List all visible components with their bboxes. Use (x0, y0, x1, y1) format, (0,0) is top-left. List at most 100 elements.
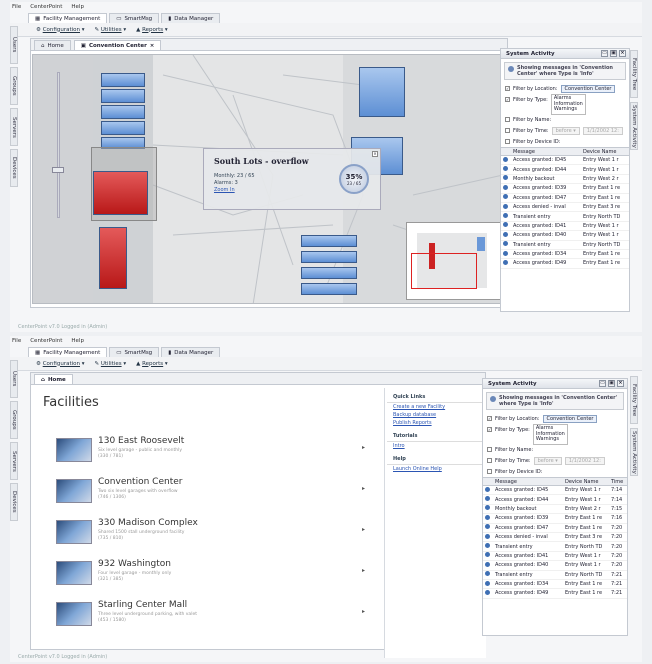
tab-convention-center[interactable]: ▣ Convention Center × (73, 40, 162, 50)
backup-database-link[interactable]: Backup database (385, 411, 486, 419)
chevron-right-icon[interactable]: ▸ (362, 567, 365, 574)
type-list[interactable]: Alarms Information Warnings (532, 424, 568, 445)
filter-name-checkbox[interactable] (505, 117, 510, 122)
overview-minimap[interactable] (406, 222, 502, 300)
activity-row[interactable]: Transient entry Entry North TD 7:21 (483, 571, 627, 580)
parking-level[interactable] (101, 121, 145, 135)
activity-row[interactable]: Transient entry Entry North TD (501, 212, 629, 222)
filter-type-checkbox[interactable]: ✓ (487, 427, 492, 432)
side-tab-servers[interactable]: Servers (10, 108, 18, 146)
side-tab-groups[interactable]: Groups (10, 67, 18, 105)
side-tab-system-activity[interactable]: System Activity (630, 102, 638, 150)
activity-row[interactable]: Access granted: ID44 Entry West 1 r (501, 165, 629, 175)
type-option[interactable]: Warnings (536, 436, 565, 443)
activity-row[interactable]: Monthly backout Entry West 2 r (501, 175, 629, 185)
activity-row[interactable]: Access granted: ID49 Entry East 1 re 7:21 (483, 589, 627, 599)
column-header-device[interactable]: Device Name (563, 479, 609, 485)
filter-location-checkbox[interactable]: ✓ (505, 86, 510, 91)
column-header-message[interactable]: Message (511, 149, 581, 155)
activity-row[interactable]: Access granted: ID45 Entry West 1 r (501, 156, 629, 166)
filter-type-checkbox[interactable]: ✓ (505, 97, 510, 102)
close-icon[interactable]: × (372, 151, 378, 157)
tab-facility-management[interactable]: ▦ Facility Management (28, 347, 108, 357)
close-icon[interactable]: × (619, 50, 626, 57)
chevron-right-icon[interactable]: ▸ (362, 485, 365, 492)
configuration-menu[interactable]: ⚙ Configuration ▾ (36, 361, 85, 367)
activity-row[interactable]: Access granted: ID47 Entry East 1 re (501, 194, 629, 203)
activity-row[interactable]: Access granted: ID40 Entry West 1 r 7:20 (483, 561, 627, 571)
minimap-viewport[interactable] (411, 253, 477, 289)
activity-row[interactable]: Transient entry Entry North TD (501, 241, 629, 250)
activity-row[interactable]: Access granted: ID39 Entry East 1 re 7:16 (483, 514, 627, 524)
parking-level[interactable] (101, 73, 145, 87)
activity-row[interactable]: Access denied - inval Entry East 3 re 7:20 (483, 533, 627, 543)
create-facility-link[interactable]: Create a new Facility (385, 403, 486, 411)
zoom-slider-track[interactable] (57, 72, 60, 218)
utilities-menu[interactable]: ✎ Utilities ▾ (95, 27, 127, 33)
filter-time-checkbox[interactable] (505, 128, 510, 133)
parking-level[interactable] (101, 105, 145, 119)
side-tab-users[interactable]: Users (10, 26, 18, 64)
chevron-right-icon[interactable]: ▸ (362, 444, 365, 451)
tab-smartmsg[interactable]: ▭ SmartMsg (109, 13, 160, 23)
maximize-icon[interactable]: ▣ (608, 380, 615, 387)
side-tab-servers[interactable]: Servers (10, 442, 18, 480)
reports-menu[interactable]: ▲ Reports ▾ (136, 361, 168, 367)
menu-centerpoint[interactable]: CenterPoint (30, 4, 62, 10)
online-help-link[interactable]: Launch Online Help (385, 465, 486, 473)
column-header-time[interactable]: Time (609, 479, 627, 485)
tab-data-manager[interactable]: ▮ Data Manager (161, 13, 221, 23)
utilities-menu[interactable]: ✎ Utilities ▾ (95, 361, 127, 367)
menu-help[interactable]: Help (71, 4, 84, 10)
activity-row[interactable]: Access granted: ID39 Entry East 1 re (501, 184, 629, 194)
zoom-slider-handle[interactable] (52, 167, 64, 173)
publish-reports-link[interactable]: Publish Reports (385, 419, 486, 427)
time-date-input[interactable]: 1/1/2002 12: (564, 456, 605, 465)
column-header-message[interactable]: Message (493, 479, 563, 485)
tab-facility-management[interactable]: ▦ Facility Management (28, 13, 108, 23)
side-tab-users[interactable]: Users (10, 360, 18, 398)
chevron-right-icon[interactable]: ▸ (362, 526, 365, 533)
filter-time-checkbox[interactable] (487, 458, 492, 463)
parking-level-full[interactable] (93, 171, 148, 215)
tab-data-manager[interactable]: ▮ Data Manager (161, 347, 221, 357)
intro-tutorial-link[interactable]: Intro (385, 442, 486, 450)
tab-home[interactable]: ⌂ Home (34, 40, 71, 50)
column-header-device[interactable]: Device Name (581, 149, 629, 155)
menu-file[interactable]: File (12, 4, 21, 10)
reports-menu[interactable]: ▲ Reports ▾ (136, 27, 168, 33)
facility-item[interactable]: Starling Center Mall Three level undergro… (50, 600, 370, 630)
side-tab-devices[interactable]: Devices (10, 149, 18, 187)
activity-row[interactable]: Access granted: ID45 Entry West 1 r 7:14 (483, 486, 627, 496)
activity-row[interactable]: Access granted: ID41 Entry West 1 r 7:20 (483, 552, 627, 562)
parking-level[interactable] (301, 251, 357, 263)
menu-file[interactable]: File (12, 338, 21, 344)
side-tab-facility-tree[interactable]: Facility Tree (630, 50, 638, 98)
filter-name-checkbox[interactable] (487, 447, 492, 452)
side-tab-facility-tree[interactable]: Facility Tree (630, 376, 638, 424)
type-option[interactable]: Warnings (554, 106, 583, 113)
activity-row[interactable]: Access granted: ID44 Entry West 1 r 7:14 (483, 495, 627, 505)
filter-device-checkbox[interactable] (505, 139, 510, 144)
time-operator-select[interactable]: before ▾ (551, 126, 580, 135)
tab-home[interactable]: ⌂ Home (34, 374, 73, 384)
tab-smartmsg[interactable]: ▭ SmartMsg (109, 347, 160, 357)
activity-row[interactable]: Monthly backout Entry West 2 r 7:15 (483, 505, 627, 515)
activity-row[interactable]: Access granted: ID47 Entry East 1 re 7:20 (483, 524, 627, 533)
parking-level[interactable] (359, 67, 405, 117)
activity-row[interactable]: Access granted: ID49 Entry East 1 re (501, 259, 629, 269)
facility-item[interactable]: 932 Washington Four level garage - monthl… (50, 559, 370, 589)
activity-row[interactable]: Access granted: ID40 Entry West 1 r (501, 231, 629, 241)
menu-help[interactable]: Help (71, 338, 84, 344)
side-tab-system-activity[interactable]: System Activity (630, 428, 638, 476)
side-tab-groups[interactable]: Groups (10, 401, 18, 439)
zoom-in-link[interactable]: Zoom In (214, 187, 235, 193)
close-icon[interactable]: × (617, 380, 624, 387)
type-list[interactable]: Alarms Information Warnings (550, 94, 586, 115)
configuration-menu[interactable]: ⚙ Configuration ▾ (36, 27, 85, 33)
location-button[interactable]: Convention Center (560, 84, 616, 93)
filter-location-checkbox[interactable]: ✓ (487, 416, 492, 421)
location-button[interactable]: Convention Center (542, 414, 598, 423)
activity-row[interactable]: Access granted: ID34 Entry East 1 re (501, 250, 629, 260)
menu-centerpoint[interactable]: CenterPoint (30, 338, 62, 344)
